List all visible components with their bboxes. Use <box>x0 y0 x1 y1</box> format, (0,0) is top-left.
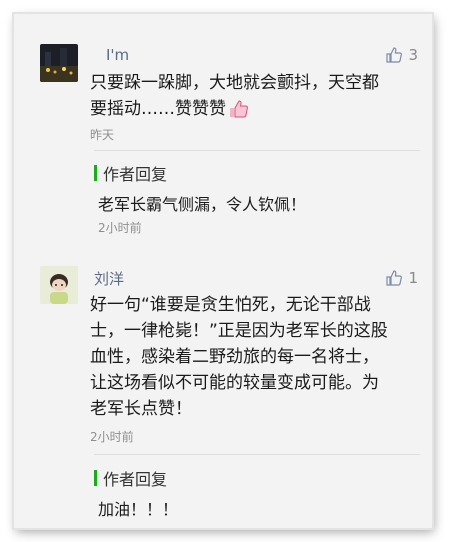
comment-time: 2小时前 <box>90 430 134 444</box>
comment-line: 只要跺一跺脚，大地就会颤抖，天空都 <box>90 73 379 93</box>
divider <box>94 150 420 151</box>
author-reply-text: 老军长霸气侧漏，令人钦佩！ <box>98 195 307 214</box>
thumbs-up-icon <box>386 270 403 286</box>
comment-line: 士，一律枪毙！”正是因为老军长的这股 <box>90 321 388 341</box>
reply-accent-bar <box>94 470 97 486</box>
avatar[interactable] <box>40 266 78 304</box>
comments-panel: I'm 3 只要跺一跺脚，大地就会颤抖，天空都 要摇动……赞赞赞 昨天 作者回复… <box>14 14 432 528</box>
comment-line: 好一句“谁要是贪生怕死，无论干部战 <box>90 295 371 315</box>
like-button[interactable]: 1 <box>386 269 418 287</box>
divider <box>94 454 420 455</box>
author-reply-label: 作者回复 <box>94 161 167 185</box>
thumbs-up-icon <box>386 47 403 63</box>
like-button[interactable]: 3 <box>386 46 418 64</box>
comment-line: 要摇动……赞赞赞 <box>90 96 420 122</box>
reply-accent-bar <box>94 165 97 181</box>
like-count: 3 <box>408 46 418 64</box>
comment-line: 让这场看似不可能的较量变成可能。为 <box>90 373 379 393</box>
comment-line: 老军长点赞！ <box>90 399 192 419</box>
author-reply-label: 作者回复 <box>94 466 167 490</box>
username[interactable]: 刘洋 <box>94 268 124 289</box>
comment-line: 血性，感染着二野劲旅的每一名将士， <box>90 347 379 367</box>
avatar[interactable] <box>40 44 78 82</box>
like-count: 1 <box>408 269 418 287</box>
author-reply-text: 加油！！！ <box>98 500 179 519</box>
comment-text: 只要跺一跺脚，大地就会颤抖，天空都 要摇动……赞赞赞 <box>90 70 420 122</box>
thumbs-up-emoji-icon <box>230 100 248 118</box>
reply-time: 2小时前 <box>98 221 142 235</box>
comment-time: 昨天 <box>90 128 115 142</box>
comment-text: 好一句“谁要是贪生怕死，无论干部战 士，一律枪毙！”正是因为老军长的这股 血性，… <box>90 292 420 422</box>
username[interactable]: I'm <box>106 46 129 64</box>
